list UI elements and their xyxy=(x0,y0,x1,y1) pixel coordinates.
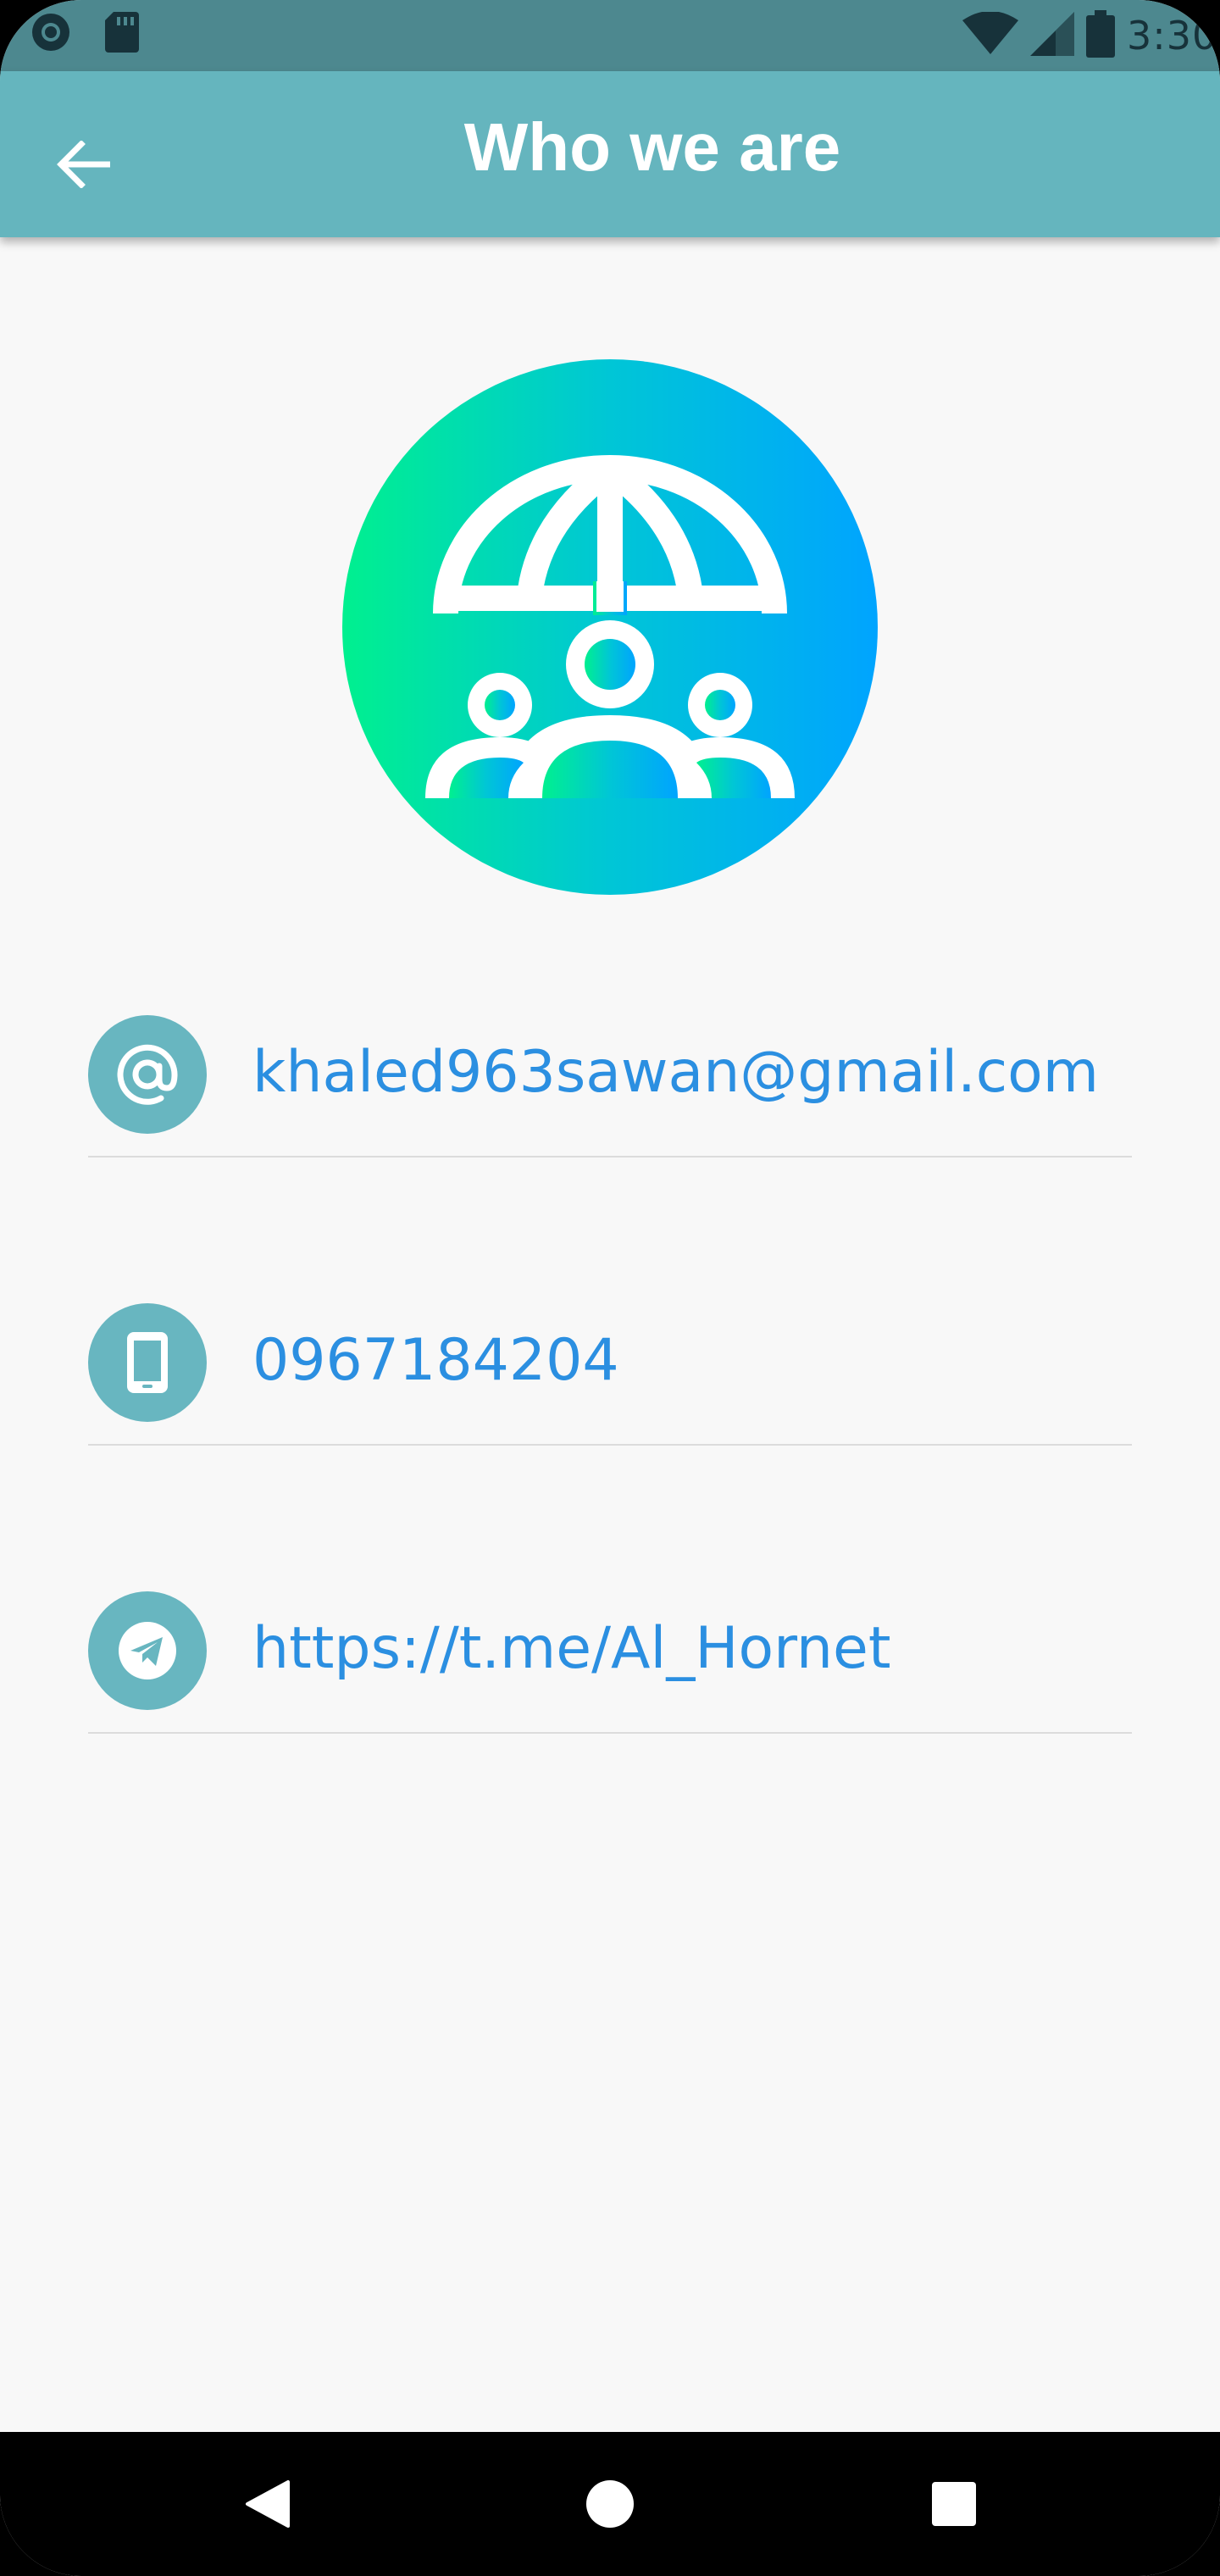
email-link[interactable]: khaled963sawan@gmail.com xyxy=(252,1039,1099,1106)
telegram-link[interactable]: https://t.me/Al_Hornet xyxy=(252,1615,891,1682)
square-recents-icon xyxy=(932,2482,976,2526)
app-bar: Who we are xyxy=(0,71,1220,237)
cellular-signal-icon xyxy=(1030,12,1074,59)
community-globe-logo xyxy=(342,359,878,895)
at-sign-icon xyxy=(88,1015,207,1134)
phone-icon xyxy=(88,1303,207,1422)
status-bar: 3:30 xyxy=(0,0,1220,71)
phone-number-link[interactable]: 0967184204 xyxy=(252,1327,619,1394)
camera-notification-icon xyxy=(29,10,73,58)
sd-card-icon xyxy=(105,12,139,56)
triangle-back-icon xyxy=(246,2480,290,2528)
clock: 3:30 xyxy=(1127,13,1218,58)
contact-email-row[interactable]: khaled963sawan@gmail.com xyxy=(88,1015,1132,1158)
circle-home-icon xyxy=(586,2480,634,2528)
telegram-icon xyxy=(88,1591,207,1710)
nav-back-button[interactable] xyxy=(200,2432,336,2576)
contact-phone-row[interactable]: 0967184204 xyxy=(88,1303,1132,1446)
navigation-bar xyxy=(0,2432,1220,2576)
contact-telegram-row[interactable]: https://t.me/Al_Hornet xyxy=(88,1591,1132,1734)
phone-screen: 3:30 Who we are khaled963sawan@gmail.com… xyxy=(0,0,1220,2576)
page-title: Who we are xyxy=(463,109,841,185)
battery-icon xyxy=(1086,10,1115,61)
nav-recents-button[interactable] xyxy=(886,2432,1022,2576)
wifi-icon xyxy=(962,11,1018,59)
nav-home-button[interactable] xyxy=(542,2432,678,2576)
